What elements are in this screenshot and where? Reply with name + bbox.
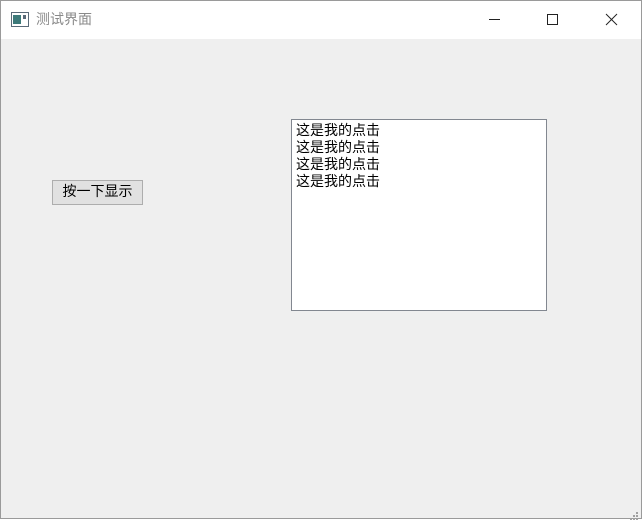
title-bar[interactable]: 测试界面 — [1, 1, 641, 39]
app-window: 测试界面 按一下显示 这是我的点击 这是我的点击 这是我的点击 这是我的点击 — [0, 0, 642, 520]
close-button[interactable] — [583, 1, 641, 39]
app-window-icon — [11, 12, 29, 27]
text-line: 这是我的点击 — [296, 157, 380, 173]
maximize-button[interactable] — [523, 1, 581, 39]
show-button[interactable]: 按一下显示 — [52, 180, 143, 205]
minimize-button[interactable] — [465, 1, 523, 39]
resize-grip-icon[interactable] — [629, 506, 639, 520]
text-line: 这是我的点击 — [296, 123, 380, 139]
window-title: 测试界面 — [36, 12, 92, 28]
output-text-box[interactable]: 这是我的点击 这是我的点击 这是我的点击 这是我的点击 — [291, 119, 547, 311]
client-area: 按一下显示 这是我的点击 这是我的点击 这是我的点击 这是我的点击 — [1, 39, 641, 520]
text-line: 这是我的点击 — [296, 140, 380, 156]
text-line: 这是我的点击 — [296, 174, 380, 190]
